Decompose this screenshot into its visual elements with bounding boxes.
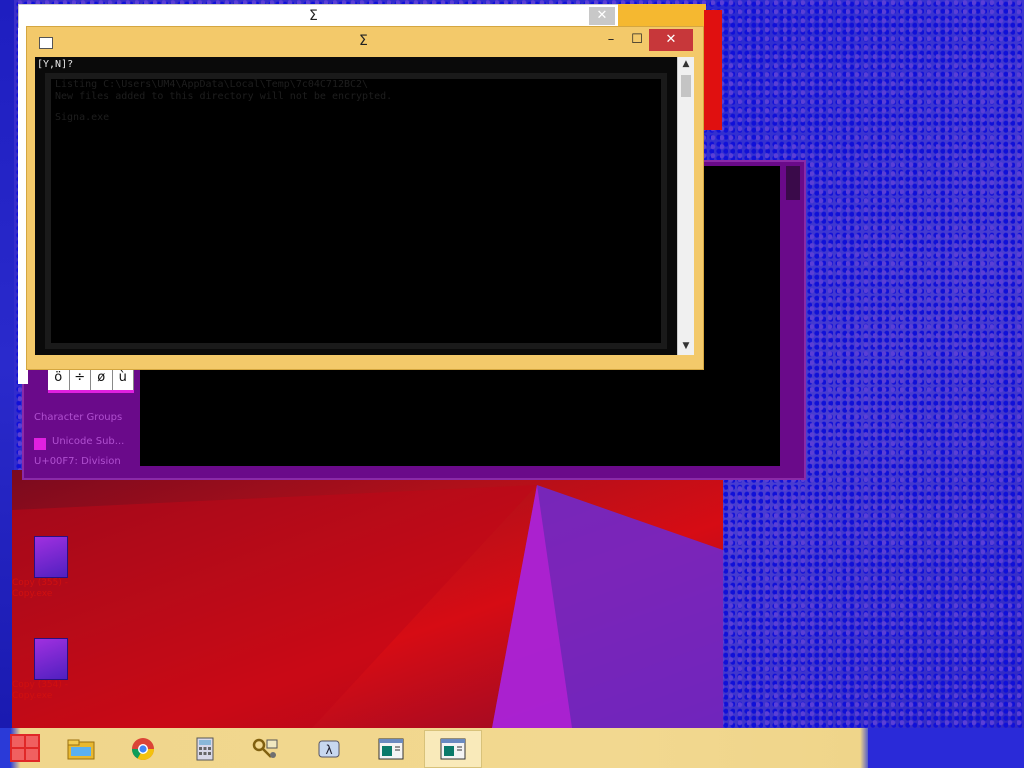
chrome-icon xyxy=(132,738,154,760)
console-inner-frame xyxy=(45,73,667,349)
char-cell[interactable]: ø xyxy=(91,368,113,390)
taskbar-calculator[interactable] xyxy=(176,730,234,768)
console-titlebar[interactable]: Σ – ☐ ✕ xyxy=(27,27,703,57)
console-line: New files added to this directory will n… xyxy=(55,91,393,102)
windows-logo-icon xyxy=(26,736,38,747)
taskbar-key-tool[interactable] xyxy=(236,730,294,768)
windows-logo-icon xyxy=(12,749,24,760)
console-window-title: Σ xyxy=(359,33,368,49)
char-cell[interactable]: ö xyxy=(48,368,70,390)
console-line: Listing C:\Users\UM4\AppData\Local\Temp\… xyxy=(55,79,369,90)
scroll-down-icon[interactable]: ▼ xyxy=(678,341,694,351)
taskbar-console-window-1[interactable] xyxy=(362,730,420,768)
windows-logo-icon xyxy=(12,736,24,747)
desktop-icon-label: Copy (354) - Copy.exe xyxy=(12,680,68,701)
system-tray[interactable] xyxy=(868,728,1024,768)
console-window[interactable]: Σ – ☐ ✕ [Y,N]? Listing C:\Users\UM4\AppD… xyxy=(26,26,704,370)
key-icon xyxy=(252,738,278,758)
scroll-up-icon[interactable]: ▲ xyxy=(678,59,694,69)
taskbar-console-window-2[interactable] xyxy=(424,730,482,768)
console-app-icon[interactable] xyxy=(39,37,53,49)
charmap-group-label: Character Groups xyxy=(34,412,123,423)
file-icon xyxy=(34,536,68,578)
background-scrollbar[interactable] xyxy=(786,166,800,200)
wallpaper-ridge xyxy=(12,485,723,728)
char-cell[interactable]: ù xyxy=(113,368,134,390)
scroll-thumb[interactable] xyxy=(681,75,691,97)
wallpaper-red-region xyxy=(12,470,723,728)
taskbar: λ xyxy=(0,728,1024,768)
windows-logo-icon xyxy=(26,749,38,760)
calculator-icon xyxy=(196,737,214,761)
console-icon xyxy=(378,738,404,760)
char-cell[interactable]: ÷ xyxy=(70,368,91,390)
console-prompt: [Y,N]? xyxy=(37,59,74,70)
svg-text:λ: λ xyxy=(325,743,332,757)
taskbar-chrome[interactable] xyxy=(114,730,172,768)
back-window-title: Σ xyxy=(309,8,318,24)
console-icon xyxy=(440,738,466,760)
checkbox-icon[interactable] xyxy=(34,438,46,450)
maximize-button[interactable]: ☐ xyxy=(623,29,651,51)
taskbar-lambda-app[interactable]: λ xyxy=(300,730,358,768)
desktop-icon-label: Copy (355) - Copy.exe xyxy=(12,578,68,599)
desktop-icon-file[interactable]: Copy (354) - Copy.exe xyxy=(12,638,82,702)
file-icon xyxy=(34,638,68,680)
character-map-strip[interactable]: ö ÷ ø ù xyxy=(48,368,134,393)
folder-icon xyxy=(67,739,95,760)
desktop-icon-file[interactable]: Copy (355) - Copy.exe xyxy=(12,536,82,600)
start-button[interactable] xyxy=(10,734,40,762)
lambda-icon: λ xyxy=(318,740,340,758)
back-window-close-button[interactable]: ✕ xyxy=(589,7,615,25)
console-line: Signa.exe xyxy=(55,112,110,123)
charmap-subrange-label: Unicode Sub... xyxy=(52,436,125,447)
taskbar-file-explorer[interactable] xyxy=(52,730,110,768)
console-scrollbar[interactable]: ▲ ▼ xyxy=(677,57,694,355)
charmap-status-label: U+00F7: Division xyxy=(34,456,121,467)
window-edge-red xyxy=(704,10,722,130)
minimize-button[interactable]: – xyxy=(597,29,625,51)
close-button[interactable]: ✕ xyxy=(649,29,693,51)
console-client-area[interactable]: [Y,N]? Listing C:\Users\UM4\AppData\Loca… xyxy=(35,57,677,355)
